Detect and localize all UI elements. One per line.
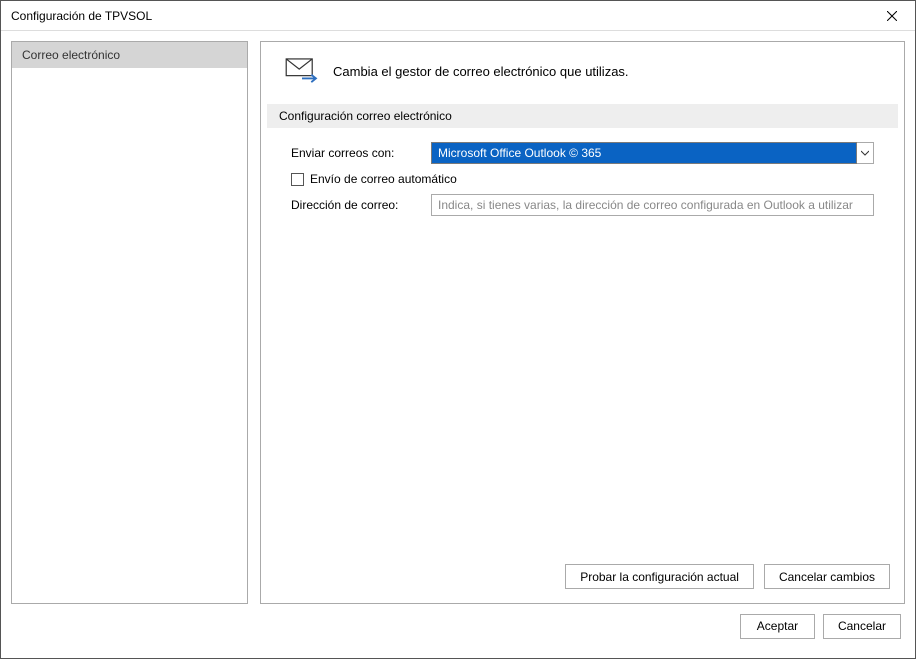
row-send-with: Enviar correos con: Microsoft Office Out… <box>291 142 874 164</box>
combo-dropdown-button[interactable] <box>857 142 874 164</box>
auto-send-checkbox[interactable] <box>291 173 304 186</box>
sidebar-item-label: Correo electrónico <box>22 48 120 62</box>
send-with-combo[interactable]: Microsoft Office Outlook © 365 <box>431 142 874 164</box>
main-panel: Cambia el gestor de correo electrónico q… <box>260 41 905 604</box>
cancel-button[interactable]: Cancelar <box>823 614 901 639</box>
chevron-down-icon <box>861 150 869 156</box>
panels: Correo electrónico Cambia el gestor de c… <box>11 41 905 604</box>
sidebar-item-email[interactable]: Correo electrónico <box>12 42 247 68</box>
config-window: Configuración de TPVSOL Correo electróni… <box>0 0 916 659</box>
panel-header: Cambia el gestor de correo electrónico q… <box>261 42 904 104</box>
send-with-value: Microsoft Office Outlook © 365 <box>431 142 857 164</box>
close-icon <box>887 11 897 21</box>
cancel-changes-button[interactable]: Cancelar cambios <box>764 564 890 589</box>
content-area: Correo electrónico Cambia el gestor de c… <box>1 31 915 658</box>
panel-buttons: Probar la configuración actual Cancelar … <box>261 552 904 603</box>
panel-header-text: Cambia el gestor de correo electrónico q… <box>333 64 629 79</box>
sidebar: Correo electrónico <box>11 41 248 604</box>
section-title: Configuración correo electrónico <box>267 104 898 128</box>
row-auto-send: Envío de correo automático <box>291 172 874 186</box>
auto-send-label[interactable]: Envío de correo automático <box>310 172 457 186</box>
dialog-buttons: Aceptar Cancelar <box>11 604 905 648</box>
envelope-icon <box>285 58 319 84</box>
form-area: Enviar correos con: Microsoft Office Out… <box>261 128 904 230</box>
window-title: Configuración de TPVSOL <box>11 9 869 23</box>
titlebar: Configuración de TPVSOL <box>1 1 915 31</box>
accept-button[interactable]: Aceptar <box>740 614 815 639</box>
label-address: Dirección de correo: <box>291 198 421 212</box>
auto-send-checkbox-row: Envío de correo automático <box>291 172 457 186</box>
test-config-button[interactable]: Probar la configuración actual <box>565 564 754 589</box>
label-send-with: Enviar correos con: <box>291 146 421 160</box>
address-input[interactable] <box>431 194 874 216</box>
row-address: Dirección de correo: <box>291 194 874 216</box>
close-button[interactable] <box>869 1 915 31</box>
